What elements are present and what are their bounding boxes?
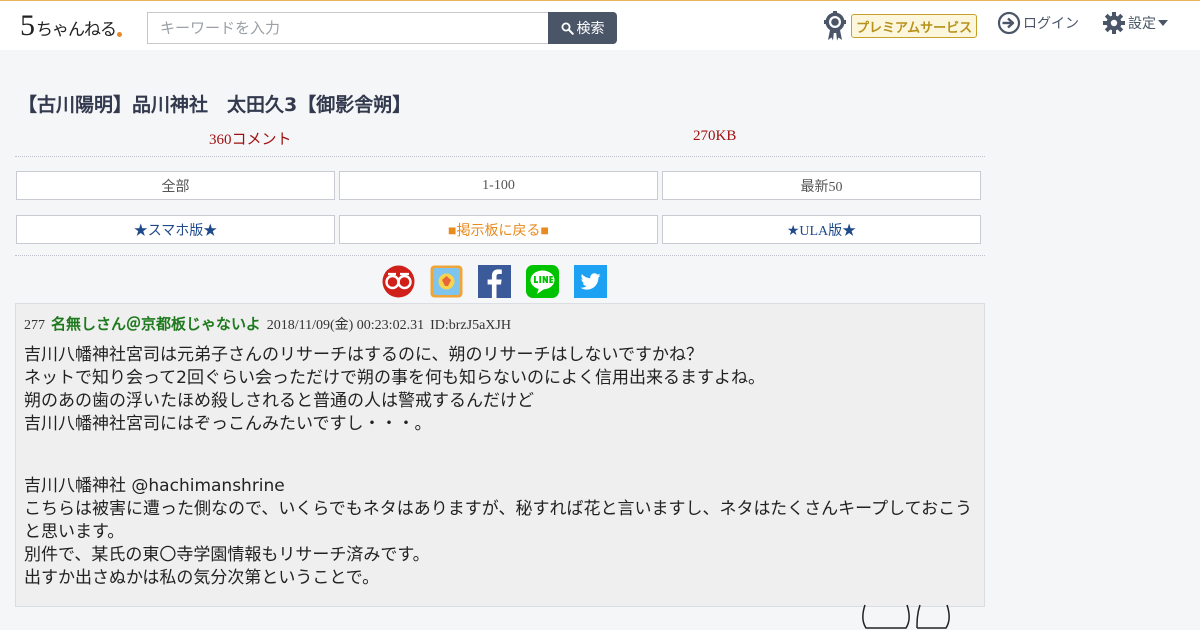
search-button[interactable]: 検索 — [548, 12, 617, 44]
logo-dot — [117, 32, 122, 37]
ascii-art-fragment — [862, 604, 950, 629]
twitter-icon[interactable] — [574, 265, 607, 298]
line-icon[interactable] — [526, 265, 559, 298]
post-line: 出すか出さぬかは私の気分次第ということで。 — [24, 568, 380, 588]
logo-five: 5 — [20, 9, 35, 42]
thread-title: 【古川陽明】品川神社 太田久3【御影舎朔】 — [18, 94, 412, 116]
post-spacer — [24, 436, 979, 475]
post-number[interactable]: 277 — [24, 318, 45, 334]
nav-back-to-board-button[interactable]: ■掲示板に戻る■ — [339, 215, 658, 244]
search-input[interactable] — [147, 12, 549, 44]
site-logo[interactable]: 5 ちゃんねる — [20, 11, 122, 41]
logo-text: ちゃんねる — [36, 20, 117, 40]
divider — [15, 156, 985, 157]
premium-service-link[interactable]: プレミアムサービス — [823, 10, 978, 42]
post-line: 吉川八幡神社 @hachimanshrine — [24, 476, 285, 496]
share-icons — [382, 265, 607, 298]
post-line: こちらは被害に遭った側なので、いくらでもネタはありますが、秘すれば花と言いますし… — [24, 499, 973, 542]
login-link[interactable]: ログイン — [997, 10, 1079, 36]
award-icon — [824, 11, 846, 41]
nav-all-button[interactable]: 全部 — [16, 171, 335, 200]
gear-icon — [1103, 12, 1125, 34]
comment-count: 360コメント — [209, 132, 292, 148]
divider — [15, 255, 985, 256]
premium-badge: プレミアムサービス — [851, 14, 978, 38]
settings-label: 設定 — [1128, 16, 1156, 32]
login-icon — [997, 11, 1021, 35]
post-line: 吉川八幡神社宮司にはぞっこんみたいですし・・・。 — [24, 414, 432, 434]
blog-icon[interactable] — [430, 265, 463, 298]
nav-latest50-button[interactable]: 最新50 — [662, 171, 981, 200]
nav-smartphone-button[interactable]: ★スマホ版★ — [16, 215, 335, 244]
post-line: 朔のあの歯の浮いたほめ殺しされると普通の人は警戒するんだけど — [24, 391, 534, 411]
search-icon — [561, 22, 574, 35]
thread-size: 270KB — [693, 128, 737, 144]
matome-icon[interactable] — [382, 265, 415, 298]
post-line: ネットで知り会って2回ぐらい会っただけで朔の事を何も知らないのによく信用出来るま… — [24, 368, 765, 388]
settings-menu[interactable]: 設定 — [1102, 10, 1168, 36]
post-author-name: 名無しさん＠京都板じゃないよ — [51, 315, 261, 333]
post-body: 吉川八幡神社宮司は元弟子さんのリサーチはするのに、朔のリサーチはしないですかね？… — [24, 344, 979, 590]
post-277: 277 名無しさん＠京都板じゃないよ 2018/11/09(金) 00:23:0… — [15, 303, 985, 607]
nav-ula-button[interactable]: ★ULA版★ — [662, 215, 981, 244]
caret-down-icon — [1158, 20, 1168, 26]
post-line: 吉川八幡神社宮司は元弟子さんのリサーチはするのに、朔のリサーチはしないですかね？ — [24, 345, 703, 365]
post-id[interactable]: ID:brzJ5aXJH — [430, 318, 511, 334]
login-label: ログイン — [1023, 16, 1079, 32]
post-line: 別件で、某氏の東〇寺学園情報もリサーチ済みです。 — [24, 545, 430, 565]
facebook-icon[interactable] — [478, 265, 511, 298]
post-date: 2018/11/09(金) 00:23:02.31 — [266, 318, 425, 333]
nav-1-100-button[interactable]: 1-100 — [339, 171, 658, 200]
search-button-label: 検索 — [576, 20, 605, 36]
top-bar: 5 ちゃんねる 検索 プレミアムサービス — [0, 0, 1200, 50]
post-header: 277 名無しさん＠京都板じゃないよ 2018/11/09(金) 00:23:0… — [24, 313, 511, 334]
